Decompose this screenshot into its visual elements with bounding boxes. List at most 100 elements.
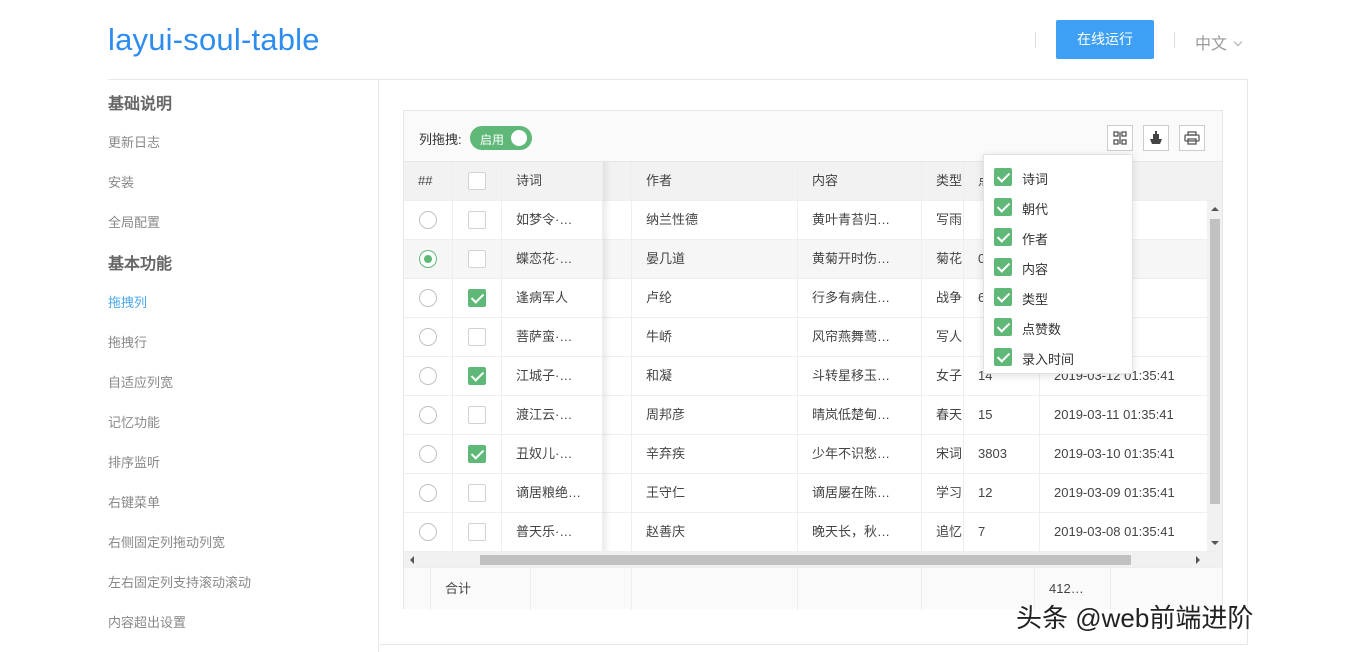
scroll-left-icon[interactable] (410, 556, 414, 564)
cell-type: 追忆 (922, 513, 964, 552)
export-button[interactable] (1143, 125, 1169, 151)
row-radio[interactable] (419, 406, 437, 424)
header-type[interactable]: 类型 (922, 162, 964, 201)
scroll-thumb[interactable] (480, 555, 1131, 565)
cell-type: 菊花 (922, 240, 964, 279)
drag-column-switch[interactable]: 启用 (470, 126, 532, 150)
cell-content: 谪居屡在陈… (798, 474, 922, 513)
sidebar-item-global-config[interactable]: 全局配置 (108, 212, 160, 231)
sidebar-item-drag-row[interactable]: 拖拽行 (108, 332, 147, 351)
cell-type: 女子 (922, 357, 964, 396)
row-radio[interactable] (419, 211, 437, 229)
cell-likes: 7 (964, 513, 1040, 552)
table-row[interactable]: 丑奴儿·… 辛弃疾 少年不识愁… 宋词 3803 2019-03-10 01:35:41 (404, 435, 1222, 474)
row-checkbox[interactable] (468, 484, 486, 502)
language-select[interactable]: 中文 (1195, 30, 1243, 54)
switch-knob (511, 130, 527, 146)
sidebar-item-context-menu[interactable]: 右键菜单 (108, 492, 160, 511)
row-checkbox[interactable] (468, 328, 486, 346)
header-poem[interactable]: 诗词 (502, 162, 603, 201)
sidebar-item-right-fixed-resize[interactable]: 右侧固定列拖动列宽 (108, 532, 225, 551)
header-content[interactable]: 内容 (798, 162, 922, 201)
column-toggle-checkbox[interactable] (994, 348, 1012, 366)
row-checkbox[interactable] (468, 406, 486, 424)
table-row[interactable]: 谪居粮绝… 王守仁 谪居屡在陈… 学习 12 2019-03-09 01:35:41 (404, 474, 1222, 513)
sidebar-item-drag-column[interactable]: 拖拽列 (108, 292, 147, 311)
row-radio[interactable] (419, 445, 437, 463)
cell-type: 写雨 (922, 201, 964, 240)
row-checkbox[interactable] (468, 523, 486, 541)
sidebar-group-basics: 基础说明 (108, 96, 173, 113)
cell-radio (404, 318, 453, 357)
column-filter-button[interactable] (1107, 125, 1133, 151)
cell-content: 少年不识愁… (798, 435, 922, 474)
run-online-button[interactable]: 在线运行 (1056, 20, 1154, 59)
row-radio[interactable] (419, 250, 437, 268)
cell-author: 纳兰性德 (632, 201, 798, 240)
column-visibility-menu: 诗词 朝代 作者 内容 类型 点赞数 录入时间 (983, 154, 1133, 374)
cell-content: 斗转星移玉… (798, 357, 922, 396)
sidebar-item-memory[interactable]: 记忆功能 (108, 412, 160, 431)
row-checkbox[interactable] (468, 367, 486, 385)
cell-author: 周邦彦 (632, 396, 798, 435)
cell-likes: 15 (964, 396, 1040, 435)
scroll-right-icon[interactable] (1196, 556, 1200, 564)
cell-poem: 江城子·… (502, 357, 603, 396)
row-checkbox[interactable] (468, 445, 486, 463)
table-row[interactable]: 普天乐·… 赵善庆 晚天长，秋… 追忆 7 2019-03-08 01:35:41 (404, 513, 1222, 552)
column-toggle-checkbox[interactable] (994, 198, 1012, 216)
column-toggle-checkbox[interactable] (994, 258, 1012, 276)
row-checkbox[interactable] (468, 289, 486, 307)
column-toggle-label: 录入时间 (1022, 352, 1075, 367)
scroll-down-icon[interactable] (1211, 541, 1219, 545)
total-empty (632, 568, 798, 610)
column-toggle-checkbox[interactable] (994, 318, 1012, 336)
select-all-checkbox[interactable] (468, 172, 486, 190)
header-divider (1035, 32, 1036, 48)
horizontal-scrollbar[interactable] (404, 552, 1222, 567)
sidebar-item-overflow[interactable]: 内容超出设置 (108, 612, 186, 631)
sidebar-item-install[interactable]: 安装 (108, 172, 134, 191)
cell-content: 黄叶青苔归… (798, 201, 922, 240)
content-border (1247, 80, 1248, 645)
cell-type: 写人 (922, 318, 964, 357)
column-toggle-checkbox[interactable] (994, 228, 1012, 246)
cell-likes: 3803 (964, 435, 1040, 474)
sidebar-item-changelog[interactable]: 更新日志 (108, 132, 160, 151)
row-radio[interactable] (419, 523, 437, 541)
header-author[interactable]: 作者 (632, 162, 798, 201)
scroll-up-icon[interactable] (1211, 207, 1219, 211)
vertical-scrollbar[interactable] (1207, 201, 1222, 551)
cell-poem: 菩萨蛮·… (502, 318, 603, 357)
cell-time: 2019-03-08 01:35:41 (1054, 524, 1175, 539)
row-radio[interactable] (419, 289, 437, 307)
grid-icon (1113, 131, 1127, 145)
column-toggle-checkbox[interactable] (994, 288, 1012, 306)
site-logo[interactable]: layui-soul-table (108, 22, 320, 58)
header-select-all[interactable] (453, 162, 502, 201)
cell-poem: 如梦令·… (502, 201, 603, 240)
cell-time: 2019-03-10 01:35:41 (1054, 446, 1175, 461)
sidebar-item-auto-width[interactable]: 自适应列宽 (108, 372, 173, 391)
row-checkbox[interactable] (468, 211, 486, 229)
cell-author: 王守仁 (632, 474, 798, 513)
row-radio[interactable] (419, 367, 437, 385)
cell-author: 卢纶 (632, 279, 798, 318)
sidebar-item-fixed-scroll[interactable]: 左右固定列支持滚动滚动 (108, 572, 251, 591)
row-checkbox[interactable] (468, 250, 486, 268)
cell-radio (404, 240, 453, 279)
row-radio[interactable] (419, 484, 437, 502)
print-icon (1184, 131, 1200, 145)
content-border (379, 644, 1247, 645)
column-toggle-checkbox[interactable] (994, 168, 1012, 186)
table-row[interactable]: 渡江云·… 周邦彦 晴岚低楚甸… 春天 15 2019-03-11 01:35:41 (404, 396, 1222, 435)
sidebar-item-sort-listen[interactable]: 排序监听 (108, 452, 160, 471)
print-button[interactable] (1179, 125, 1205, 151)
sidebar-group-features: 基本功能 (108, 256, 173, 273)
cell-content: 黄菊开时伤… (798, 240, 922, 279)
header-divider (1174, 32, 1175, 48)
scroll-thumb[interactable] (1210, 219, 1220, 504)
cell-poem: 蝶恋花·… (502, 240, 603, 279)
watermark: 头条 @web前端进阶 (1016, 603, 1254, 633)
row-radio[interactable] (419, 328, 437, 346)
